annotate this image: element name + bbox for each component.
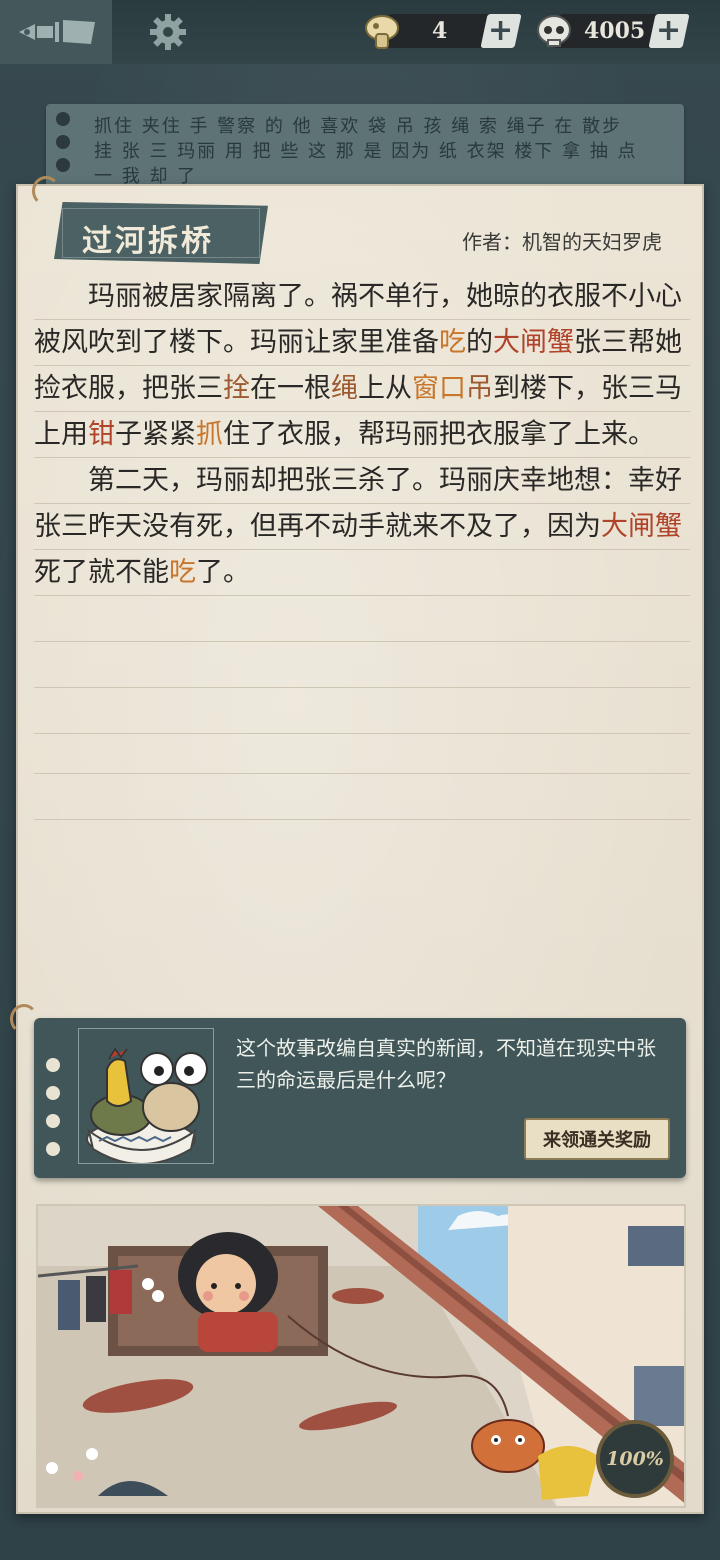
background-word-list: 抓住 夹住 手 警察 的 他 喜欢 袋 吊 孩 绳 索 绳子 在 散步 挂 张 …	[94, 116, 638, 187]
story-text-segment: 了。	[196, 557, 250, 588]
highlighted-word[interactable]: 窗口	[412, 373, 466, 404]
story-paragraph-1: 玛丽被居家隔离了。祸不单行，她晾的衣服不小心被风吹到了楼下。玛丽让家里准备吃的大…	[34, 274, 690, 458]
skull-coin-icon	[537, 15, 571, 47]
background-word-card: 抓住 夹住 手 警察 的 他 喜欢 袋 吊 孩 绳 索 绳子 在 散步 挂 张 …	[46, 104, 684, 194]
highlighted-word[interactable]: 吃	[439, 327, 466, 358]
question-text: 这个故事改编自真实的新闻，不知道在现实中张三的命运最后是什么呢？	[236, 1036, 656, 1092]
settings-gear-icon[interactable]	[146, 12, 190, 52]
card-holes	[46, 1058, 60, 1170]
story-text-segment: 子紧紧	[115, 419, 196, 450]
highlighted-word[interactable]: 大闸蟹	[493, 327, 574, 358]
highlighted-word[interactable]: 吊	[466, 373, 493, 404]
card-holes	[56, 112, 70, 181]
story-text-segment: 第二天，玛丽却把张三杀了。玛丽庆幸地想：幸好张三昨天没有死，但再不动手就来不及了…	[34, 465, 682, 542]
story-text-segment: 死了就不能	[34, 557, 169, 588]
blank-ruled-lines	[34, 728, 690, 828]
question-card: 这个故事改编自真实的新闻，不知道在现实中张三的命运最后是什么呢？ 来领通关奖励	[34, 1018, 686, 1178]
story-title: 过河拆桥	[82, 224, 214, 259]
chicken-crab-bowl-avatar-icon	[86, 1047, 208, 1165]
story-text-segment: 的	[466, 327, 493, 358]
story-author: 作者：机智的天妇罗虎	[462, 230, 662, 254]
mushroom-coin-icon	[365, 15, 399, 49]
pen-icon[interactable]	[14, 14, 100, 50]
highlighted-word[interactable]: 拴	[223, 373, 250, 404]
currency-mushroom-value: 4	[432, 18, 448, 44]
highlighted-word[interactable]: 绳	[331, 373, 358, 404]
story-text-segment: 住了衣服，帮玛丽把衣服拿了上来。	[223, 419, 655, 450]
currency-skull-value: 4005	[584, 18, 646, 44]
highlighted-word[interactable]: 抓	[196, 419, 223, 450]
highlighted-word[interactable]: 钳	[88, 419, 115, 450]
highlighted-word[interactable]: 吃	[169, 557, 196, 588]
add-mushroom-button[interactable]: +	[480, 13, 522, 48]
story-body: 玛丽被居家隔离了。祸不单行，她晾的衣服不小心被风吹到了楼下。玛丽让家里准备吃的大…	[34, 274, 690, 734]
progress-badge: 100%	[596, 1420, 674, 1498]
highlighted-word[interactable]: 大闸蟹	[601, 511, 682, 542]
story-text-segment: 在一根	[250, 373, 331, 404]
progress-value: 100%	[606, 1448, 664, 1470]
add-skull-button[interactable]: +	[648, 13, 690, 48]
story-illustration	[36, 1204, 686, 1508]
story-text-segment: 上从	[358, 373, 412, 404]
avatar-frame	[78, 1028, 214, 1165]
story-paragraph-2: 第二天，玛丽却把张三杀了。玛丽庆幸地想：幸好张三昨天没有死，但再不动手就来不及了…	[34, 458, 690, 596]
binder-ring	[32, 176, 60, 206]
top-bar: 4 + 4005 +	[0, 0, 720, 64]
claim-reward-button[interactable]: 来领通关奖励	[524, 1118, 670, 1160]
